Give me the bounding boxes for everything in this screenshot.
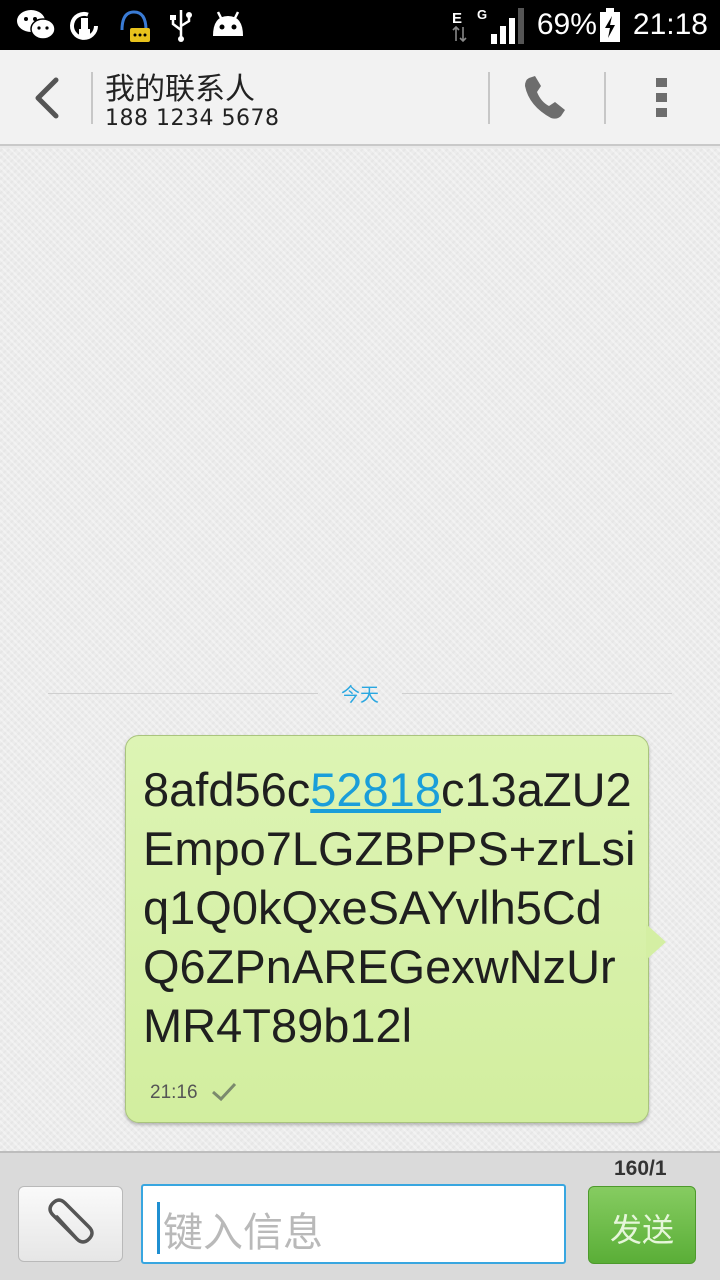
status-right-group: E G 69% 21:18: [449, 0, 720, 50]
qq-icon: [120, 10, 150, 42]
message-number-link[interactable]: 52818: [310, 763, 441, 816]
svg-text:E: E: [452, 10, 462, 27]
char-counter: 160/1: [614, 1157, 667, 1180]
date-separator: 今天: [48, 680, 672, 706]
android-icon: [213, 11, 243, 36]
clean-master-icon: [70, 11, 98, 40]
status-time: 21:18: [632, 8, 708, 41]
battery-charging-icon: [599, 8, 620, 42]
paperclip-icon: [48, 1198, 94, 1244]
send-button-label: 发送: [609, 1211, 674, 1249]
status-bar: E G 69% 21:18: [0, 0, 720, 50]
header-divider: [488, 72, 490, 124]
sent-check-icon: [212, 1082, 237, 1102]
compose-bar: 160/1 键入信息 发送: [0, 1151, 720, 1280]
message-text: 8afd56c52818c13aZU2Empo7LGZBPPS+zrLsiq1Q…: [143, 760, 638, 1055]
contact-phone: 188 1234 5678: [105, 106, 280, 131]
bubble-tail: [646, 924, 666, 960]
separator-line: [402, 693, 672, 694]
overflow-menu-icon[interactable]: [640, 72, 684, 124]
usb-icon: [170, 10, 192, 42]
header-divider: [604, 72, 606, 124]
message-time: 21:16: [150, 1082, 198, 1103]
svg-text:G: G: [477, 7, 487, 22]
message-input[interactable]: 键入信息: [141, 1184, 566, 1264]
send-button[interactable]: 发送: [588, 1186, 696, 1264]
message-input-placeholder: 键入信息: [163, 1210, 323, 1256]
contact-name[interactable]: 我的联系人: [105, 64, 255, 108]
message-list[interactable]: 今天 8afd56c52818c13aZU2Empo7LGZBPPS+zrLsi…: [0, 148, 720, 1151]
message-text-part: 8afd56c: [143, 763, 311, 816]
conversation-header: 我的联系人 188 1234 5678: [0, 50, 720, 146]
message-bubble-sent[interactable]: 8afd56c52818c13aZU2Empo7LGZBPPS+zrLsiq1Q…: [125, 735, 649, 1123]
header-divider: [91, 72, 93, 124]
data-arrows-icon: E: [452, 10, 467, 43]
phone-icon[interactable]: [515, 70, 581, 128]
text-cursor: [157, 1202, 160, 1254]
wechat-icon: [17, 10, 56, 40]
chevron-left-icon[interactable]: [18, 70, 78, 126]
signal-icon: G: [477, 7, 524, 44]
attach-button[interactable]: [18, 1186, 123, 1262]
battery-percent: 69%: [536, 8, 597, 41]
